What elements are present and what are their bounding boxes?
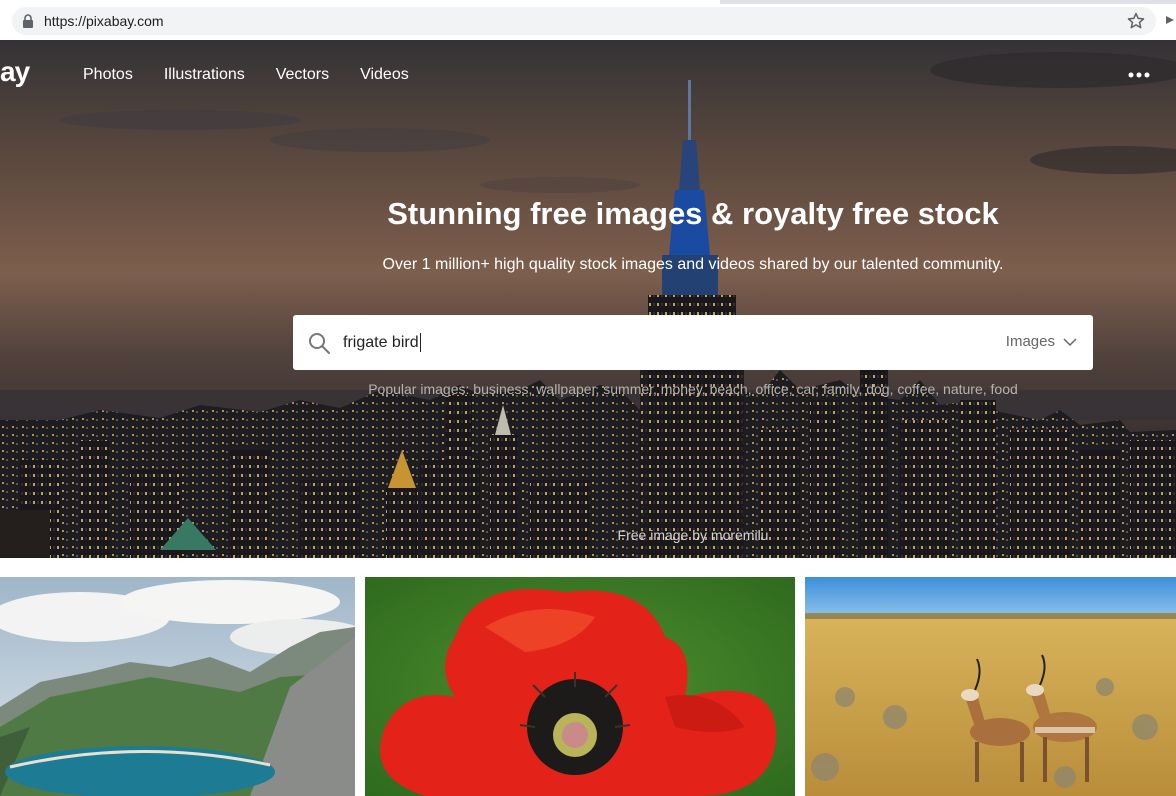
image-credit[interactable]: Free image by moremilu	[292, 527, 1094, 543]
hero-banner: ay Photos Illustrations Vectors Videos S…	[0, 40, 1176, 558]
hero-subtitle: Over 1 million+ high quality stock image…	[382, 256, 1004, 273]
popular-tags[interactable]: business, wallpaper, summer, money, beac…	[473, 381, 1017, 397]
popular-label: Popular images:	[368, 381, 470, 397]
search-type-label: Images	[1005, 333, 1055, 350]
thumbnail-gazelles[interactable]	[805, 577, 1176, 796]
poppy-image	[365, 577, 795, 796]
main-nav: Photos Illustrations Vectors Videos	[83, 66, 409, 84]
lock-icon	[23, 14, 33, 28]
gazelles-image	[805, 577, 1176, 796]
nav-vectors[interactable]: Vectors	[276, 66, 329, 84]
hero-background-image	[0, 40, 1176, 558]
nav-videos[interactable]: Videos	[360, 66, 409, 84]
nav-illustrations[interactable]: Illustrations	[164, 66, 245, 84]
star-icon[interactable]	[1126, 11, 1146, 31]
url-text: https://pixabay.com	[44, 13, 164, 29]
thumbnail-mountain-lake[interactable]	[0, 577, 355, 796]
tab-strip	[0, 0, 1176, 4]
address-bar[interactable]: https://pixabay.com	[12, 7, 1156, 35]
browser-bar: https://pixabay.com	[0, 0, 1176, 40]
search-type-select[interactable]: Images	[1006, 333, 1077, 350]
nav-photos[interactable]: Photos	[83, 66, 133, 84]
search-input[interactable]	[343, 330, 943, 356]
hero-title: Stunning free images & royalty free stoc…	[387, 196, 999, 231]
mountain-lake-image	[0, 577, 355, 796]
pixabay-logo[interactable]: ay	[0, 56, 30, 88]
search-icon[interactable]	[307, 331, 331, 355]
more-dots-icon[interactable]	[1128, 72, 1150, 78]
extension-icon[interactable]	[1166, 12, 1176, 28]
popular-searches: Popular images: business, wallpaper, sum…	[292, 381, 1094, 397]
chevron-down-icon	[1063, 337, 1077, 346]
thumbnail-poppy-flower[interactable]	[365, 577, 795, 796]
search-bar: Images	[293, 315, 1093, 370]
text-cursor	[420, 333, 421, 352]
